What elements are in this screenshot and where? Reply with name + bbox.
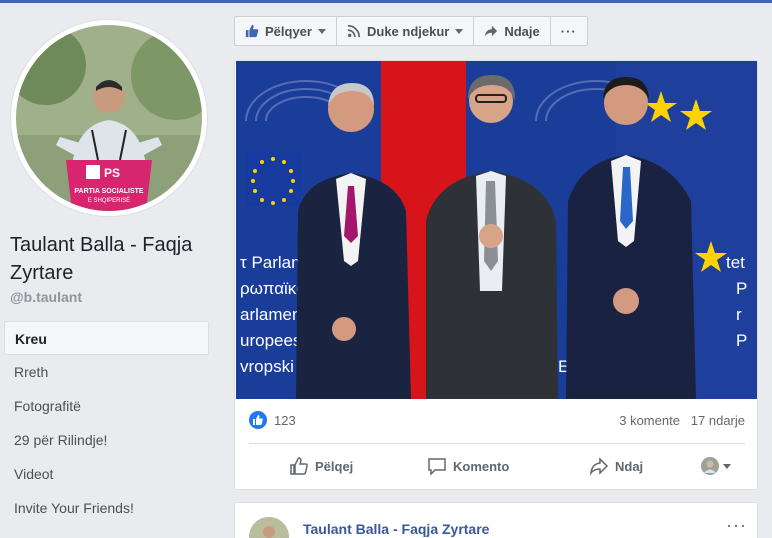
podium-text-1: PARTIA SOCIALISTE — [74, 188, 144, 195]
comment-label: Komento — [453, 458, 510, 474]
following-button[interactable]: Duke ndjekur — [337, 17, 475, 45]
chevron-down-icon — [723, 463, 731, 469]
liked-label: Pëlqyer — [265, 23, 312, 39]
post-options-button[interactable]: ··· — [726, 515, 747, 536]
like-button[interactable]: Pëlqej — [289, 449, 353, 483]
comment-button[interactable]: Komento — [427, 449, 509, 483]
reactions-summary: 123 3 komente 17 ndarje — [249, 411, 745, 431]
podium-logo: PS — [104, 166, 120, 180]
share-label: Ndaj — [615, 458, 644, 474]
post-photo-image: τ Parlam ρωπαϊκό κ arlamento uropees Par… — [236, 61, 757, 399]
podium-text-2: E SHQIPERISË — [88, 197, 130, 204]
left-column: PS PARTIA SOCIALISTE E SHQIPERISË Taulan… — [0, 3, 221, 538]
more-options-button[interactable]: ··· — [551, 17, 587, 45]
profile-picture[interactable]: PS PARTIA SOCIALISTE E SHQIPERISË — [11, 20, 207, 216]
banner-right-2: P — [736, 279, 747, 298]
post-author-name[interactable]: Taulant Balla - Faqja Zyrtare — [303, 521, 489, 537]
nav-item-29-per-rilindje[interactable]: 29 për Rilindje! — [4, 423, 209, 457]
comments-count[interactable]: 3 komente — [619, 413, 680, 428]
page-action-bar: Pëlqyer Duke ndjekur Ndaje ··· — [234, 16, 588, 46]
rss-icon — [347, 24, 361, 38]
profile-photo: PS PARTIA SOCIALISTE E SHQIPERISË — [16, 25, 202, 211]
like-label: Pëlqej — [315, 458, 354, 474]
page-handle[interactable]: @b.taulant — [10, 289, 82, 305]
more-options-label: ··· — [560, 23, 577, 39]
share-page-label: Ndaje — [504, 23, 540, 39]
post-card: τ Parlam ρωπαϊκό κ arlamento uropees Par… — [234, 60, 758, 490]
nav-item-about[interactable]: Rreth — [4, 355, 209, 389]
thumbs-up-icon — [290, 457, 308, 475]
banner-right-1: tet — [726, 253, 745, 272]
avatar — [701, 457, 719, 475]
share-arrow-icon — [589, 457, 609, 476]
share-button[interactable]: Ndaj — [589, 449, 643, 483]
comment-icon — [428, 458, 446, 476]
nav-item-invite-friends[interactable]: Invite Your Friends! — [4, 491, 209, 525]
share-arrow-icon — [485, 25, 498, 37]
next-post-card: Taulant Balla - Faqja Zyrtare ··· — [234, 502, 758, 538]
nav-item-home[interactable]: Kreu — [4, 321, 209, 355]
banner-right-4: P — [736, 331, 747, 350]
following-label: Duke ndjekur — [366, 23, 450, 39]
nav-item-videos[interactable]: Videot — [4, 457, 209, 491]
liked-button[interactable]: Pëlqyer — [235, 17, 337, 45]
reaction-count[interactable]: 123 — [274, 413, 296, 428]
post-action-bar: Pëlqej Komento Ndaj — [249, 449, 745, 483]
post-photo[interactable]: τ Parlam ρωπαϊκό κ arlamento uropees Par… — [236, 61, 757, 399]
chevron-down-icon — [317, 28, 326, 34]
avatar[interactable] — [249, 517, 289, 538]
profile-photo-image: PS PARTIA SOCIALISTE E SHQIPERISË — [16, 25, 202, 211]
page-nav: Kreu Rreth Fotografitë 29 për Rilindje! … — [4, 321, 209, 525]
thumbs-up-icon — [245, 24, 259, 38]
divider — [249, 443, 745, 444]
post-stats: 3 komente 17 ndarje — [619, 413, 745, 428]
page-title[interactable]: Taulant Balla - Faqja Zyrtare — [10, 231, 215, 287]
shares-count[interactable]: 17 ndarje — [691, 413, 745, 428]
banner-text-1: τ Parlam — [240, 253, 305, 272]
nav-item-photos[interactable]: Fotografitë — [4, 389, 209, 423]
post-as-selector[interactable] — [701, 449, 731, 483]
like-reaction-icon[interactable] — [249, 411, 267, 429]
chevron-down-icon — [455, 28, 464, 34]
share-page-button[interactable]: Ndaje — [474, 17, 551, 45]
banner-right-3: r — [736, 305, 742, 324]
